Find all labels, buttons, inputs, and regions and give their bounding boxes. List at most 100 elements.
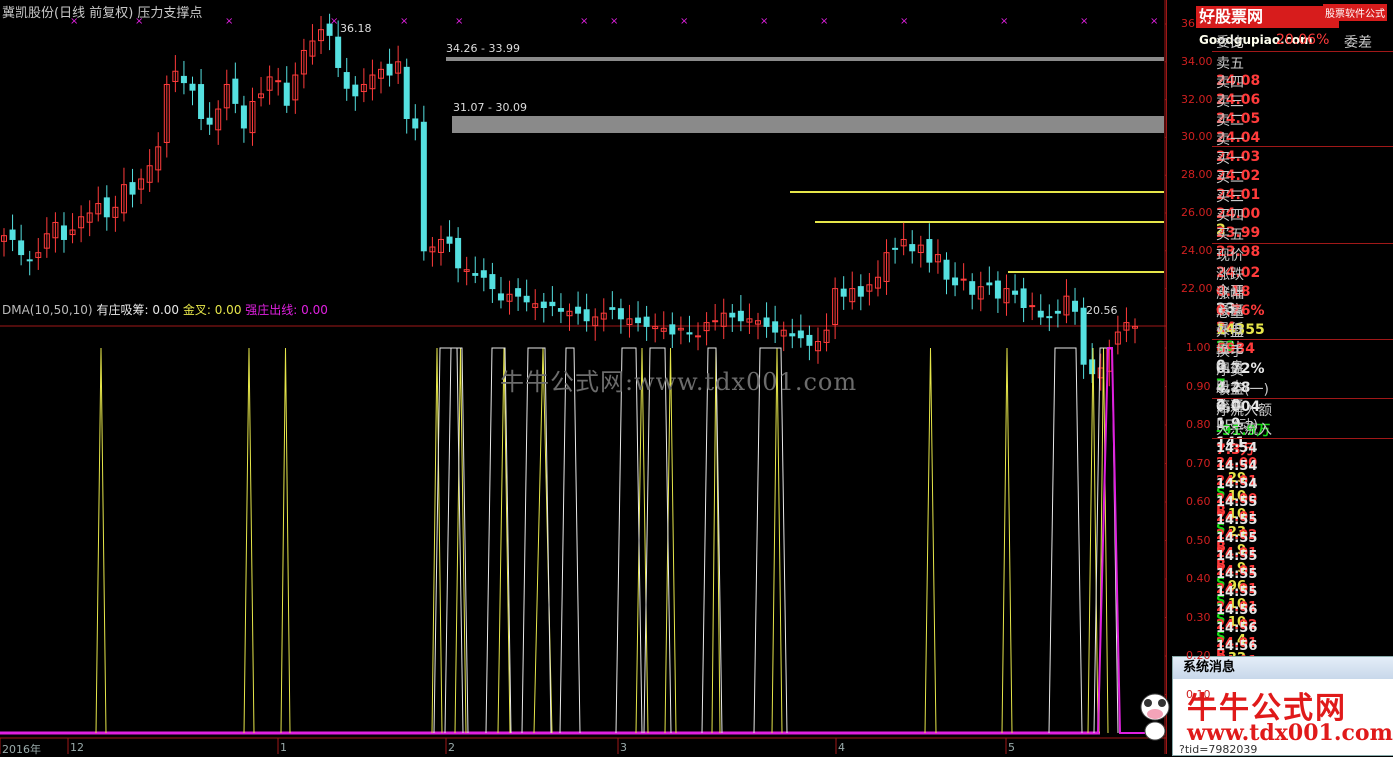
tick-time: 14:55	[1216, 513, 1258, 528]
svg-text:×: ×	[1080, 16, 1088, 27]
s2-spike	[924, 347, 937, 734]
buy-row-3: 买三 24.00 2	[1216, 186, 1393, 238]
candle	[343, 72, 350, 89]
candle	[789, 333, 796, 337]
candle	[489, 274, 496, 290]
sell-row-3: 卖三 24.05	[1216, 91, 1393, 127]
tick-time: 14:56	[1216, 621, 1258, 636]
weicha-label: 委差	[1344, 35, 1372, 51]
tick-row: 14:5624.024B	[1216, 603, 1393, 663]
svg-text:×: ×	[760, 16, 768, 27]
svg-text:×: ×	[455, 16, 463, 27]
stat-label: 总量	[1216, 305, 1244, 321]
candle	[952, 277, 959, 286]
tick-time: 14:56	[1216, 603, 1258, 618]
stat2-row: 收益(一) 0.004 PE(动) 141	[1216, 379, 1393, 451]
system-message-footer: ?tid=7982039	[1179, 743, 1258, 756]
stat-label: 涨跌	[1216, 267, 1244, 283]
tick-row: 14:55 24.01 9 S	[1216, 531, 1393, 591]
high-price-label: 36.18	[340, 22, 372, 35]
candle	[712, 320, 719, 323]
svg-text:×: ×	[225, 16, 233, 27]
candle	[1046, 316, 1053, 319]
stat-label: 现价	[1216, 248, 1244, 264]
date-label: 5	[1008, 741, 1015, 754]
gap-lower-label: 31.07 - 30.09	[453, 101, 527, 114]
candle	[1020, 288, 1027, 309]
candle	[960, 278, 967, 281]
date-label: 12	[70, 741, 84, 754]
site-logo: 好股票网Goodgupiao.com	[1196, 6, 1339, 47]
svg-text:×: ×	[900, 16, 908, 27]
sell-label: 卖四	[1216, 75, 1244, 91]
sell-label: 卖三	[1216, 94, 1244, 110]
tick-time: 14:56	[1216, 639, 1258, 654]
s2-spike	[771, 347, 783, 734]
indicator-tick: 1.00	[1186, 341, 1211, 354]
s2-spike	[635, 347, 649, 734]
indicator-s3-label: 强庄出线:	[245, 303, 298, 317]
candle	[497, 293, 504, 301]
s1-spike	[1048, 347, 1083, 734]
tick-row: 14:55 24.01 10 S	[1216, 585, 1393, 645]
buy-label: 买一	[1216, 151, 1244, 167]
candle	[515, 288, 522, 297]
tick-row: 14:5624.015B	[1216, 639, 1393, 699]
indicator-s2-label: 金叉:	[182, 303, 211, 317]
tick-row: 14:54 24.00 29 S	[1216, 441, 1393, 501]
candle	[840, 288, 847, 297]
s2-spike	[280, 347, 291, 734]
price-tick: 30.00	[1181, 130, 1213, 144]
buy-label: 买四	[1216, 208, 1244, 224]
tick-row: 14:54 24.01 10 B	[1216, 459, 1393, 519]
s2-spike	[533, 347, 553, 734]
stat2-label: 收益(一)	[1216, 382, 1269, 398]
price-tick: 28.00	[1181, 168, 1213, 182]
price-tick: 24.00	[1181, 243, 1213, 257]
candle	[729, 312, 736, 318]
system-message-popup[interactable]: 系统消息 牛牛公式网 www.tdx001.com ?tid=7982039	[1140, 656, 1393, 756]
candle	[943, 259, 950, 280]
indicator-tick: 0.60	[1186, 495, 1211, 508]
candle	[669, 324, 676, 335]
flow-row: 净流入额 -91.9万	[1216, 400, 1393, 439]
candle	[540, 301, 547, 309]
tick-time: 14:55	[1216, 495, 1258, 510]
candle	[695, 335, 702, 338]
s2-spike	[243, 347, 255, 734]
candle	[446, 236, 453, 244]
tick-time: 14:55	[1216, 549, 1258, 564]
candle	[994, 280, 1001, 299]
indicator-tick: 0.40	[1186, 572, 1211, 585]
candle	[557, 308, 564, 312]
stat-label: 外盘	[1216, 324, 1244, 340]
tick-row: 14:55 24.01 96 S	[1216, 549, 1393, 609]
tick-row: 14:5624.0132S	[1216, 621, 1393, 681]
indicator-tick: 0.10	[1186, 687, 1211, 701]
tick-time: 14:54	[1216, 477, 1258, 492]
candle	[609, 307, 616, 310]
candle	[189, 83, 196, 91]
candle	[583, 309, 590, 322]
tick-row: 14:54 24.00 10 S	[1216, 477, 1393, 537]
stat2-row: 净资 4.28 流通 1.9	[1216, 360, 1393, 432]
candle	[806, 334, 813, 346]
candle	[892, 247, 899, 250]
s1-spike	[559, 347, 581, 734]
candle	[1012, 290, 1019, 295]
indicator-s1-label: 有庄吸筹:	[96, 303, 149, 317]
indicator-tick: 0.70	[1186, 456, 1211, 470]
indicator-s2-value: 0.00	[214, 303, 242, 317]
candle	[18, 240, 25, 256]
candle	[797, 330, 804, 339]
candle	[737, 310, 744, 322]
chart-title: 冀凯股份(日线 前复权) 压力支撑点	[2, 6, 203, 21]
candle	[198, 84, 205, 119]
candle	[857, 286, 864, 297]
candle	[617, 308, 624, 320]
stat2-row: 换手 0.72% 股本 2.0	[1216, 341, 1393, 413]
candle	[472, 273, 479, 276]
buy-row-2: 买二 24.01	[1216, 167, 1393, 203]
tick-row: 14:55 24.01 10 S	[1216, 567, 1393, 627]
tick-time: 14:55	[1216, 567, 1258, 582]
